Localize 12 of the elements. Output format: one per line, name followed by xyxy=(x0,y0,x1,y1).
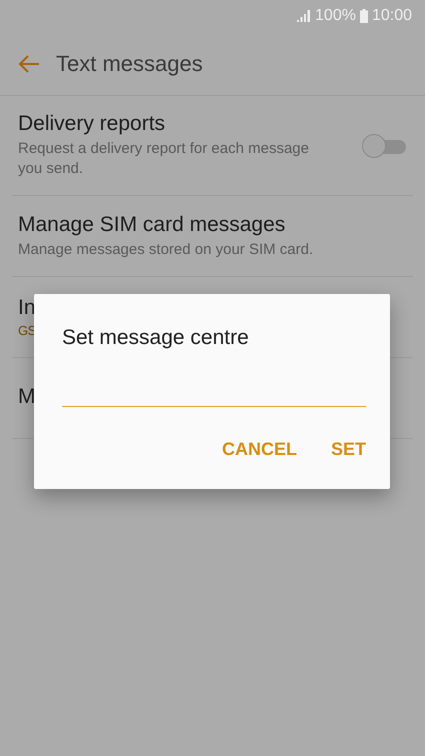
dialog-title: Set message centre xyxy=(62,326,250,350)
signal-icon xyxy=(297,10,312,22)
screen-title: Text messages xyxy=(56,50,203,76)
back-arrow-icon[interactable] xyxy=(18,54,40,72)
battery-level: 100% xyxy=(315,7,356,25)
setting-title[interactable]: Delivery reports xyxy=(18,112,362,136)
setting-description: Request a delivery report for each message you send. xyxy=(18,139,310,179)
setting-description: Manage messages stored on your SIM card. xyxy=(18,240,314,260)
toggle-switch[interactable] xyxy=(362,134,406,158)
clock: 10:00 xyxy=(372,7,412,25)
setting-title[interactable]: Manage SIM card messages xyxy=(18,212,406,236)
battery-icon xyxy=(360,9,368,23)
